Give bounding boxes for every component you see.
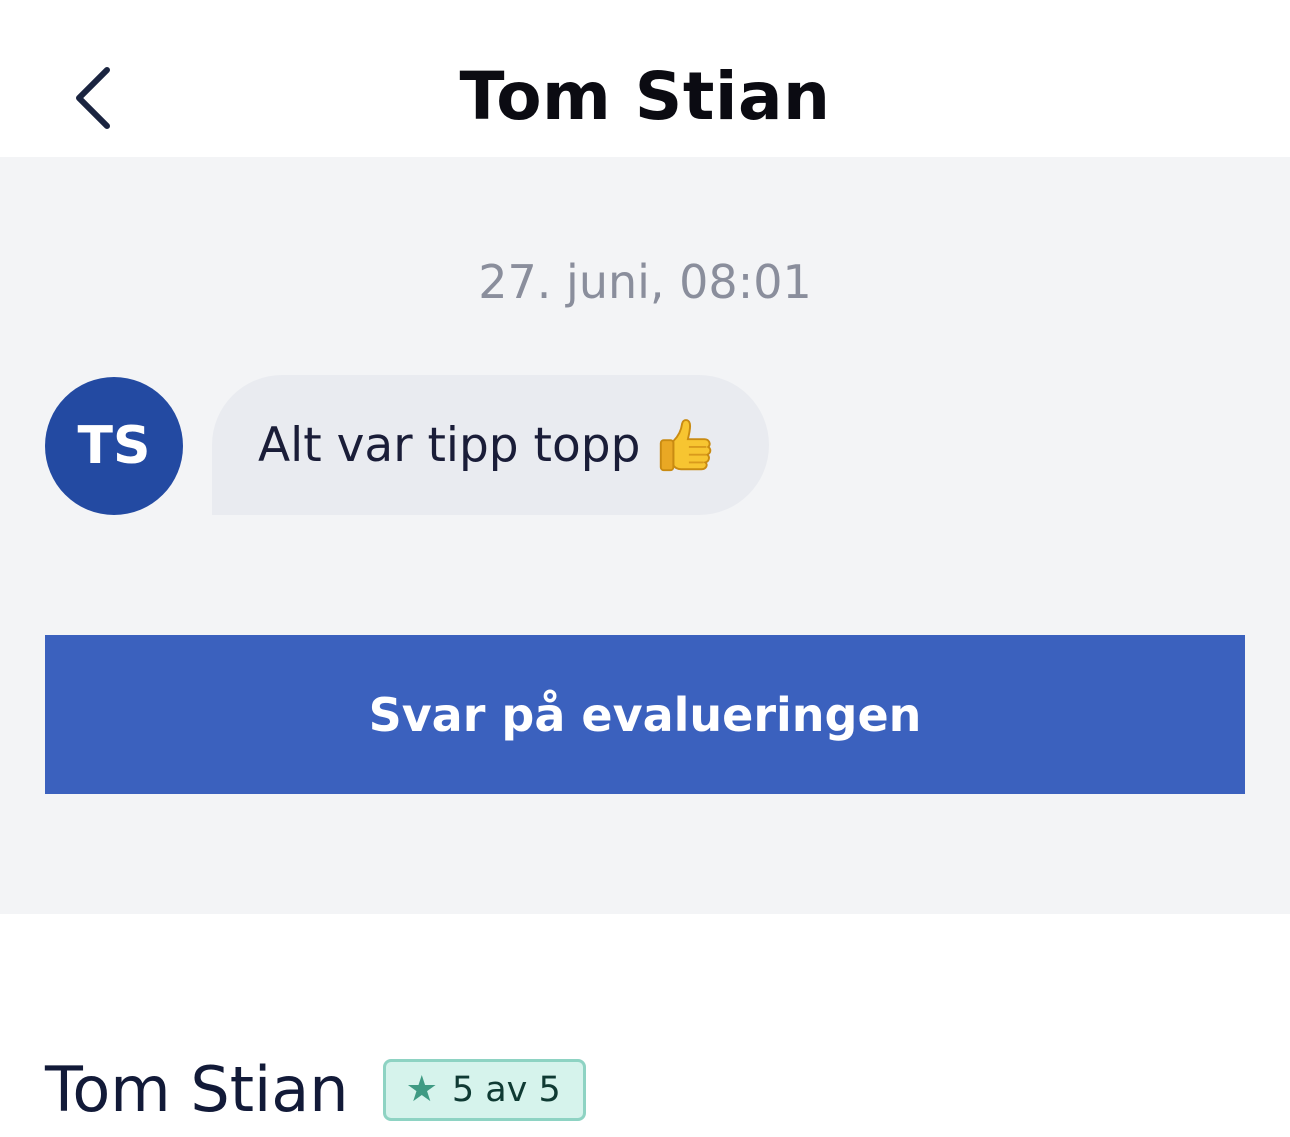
avatar-initials: TS [77, 416, 151, 476]
message-bubble: Alt var tipp topp [212, 375, 769, 515]
top-bar: Tom Stian [0, 0, 1290, 157]
star-icon: ★ [405, 1069, 438, 1110]
evaluation-screen: Tom Stian 27. juni, 08:01 TS Alt var tip… [0, 0, 1290, 1137]
message-text: Alt var tipp topp [258, 417, 641, 473]
reviewer-name: Tom Stian [45, 1053, 349, 1126]
message-area: 27. juni, 08:01 TS Alt var tipp topp Sva… [0, 157, 1290, 914]
message-timestamp: 27. juni, 08:01 [478, 255, 812, 309]
page-title: Tom Stian [459, 58, 831, 135]
rating-label: 5 av 5 [451, 1070, 561, 1110]
avatar: TS [45, 377, 183, 515]
reviewer-summary: Tom Stian ★ 5 av 5 [45, 1050, 586, 1130]
rating-badge: ★ 5 av 5 [382, 1059, 586, 1121]
thumbs-up-icon [654, 414, 716, 476]
reply-to-evaluation-button[interactable]: Svar på evalueringen [45, 635, 1245, 794]
